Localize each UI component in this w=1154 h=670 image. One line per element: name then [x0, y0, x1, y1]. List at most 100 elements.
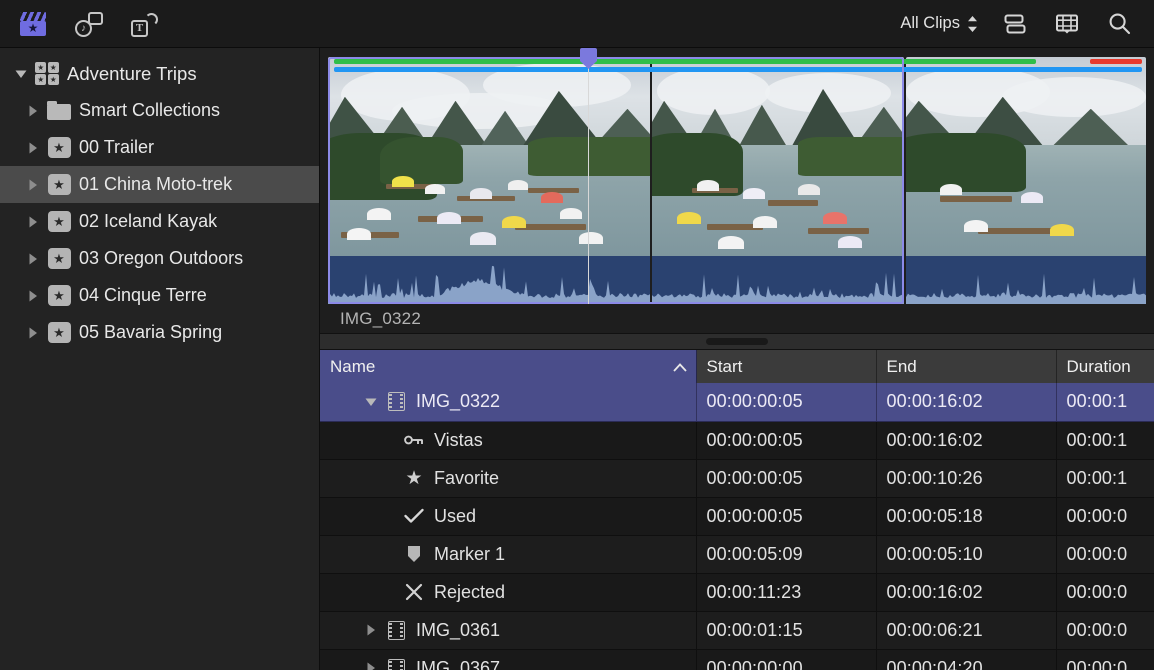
filmstrip-thumbnails[interactable] — [328, 57, 1146, 256]
cell-end[interactable]: 00:00:06:21 — [876, 611, 1056, 649]
sidebar-item-label: 00 Trailer — [79, 137, 154, 158]
disclosure-triangle-right-icon[interactable] — [360, 623, 382, 637]
disclosure-triangle-right-icon[interactable] — [360, 661, 382, 670]
sidebar-item-00-trailer[interactable]: ★ 00 Trailer — [0, 129, 319, 166]
cell-duration[interactable]: 00:00:0 — [1056, 649, 1154, 670]
main-body: ★★★★ Adventure Trips Smart Collections ★ 00 … — [0, 48, 1154, 670]
clip-filter-popup[interactable]: All Clips — [900, 14, 978, 33]
keyword-collection-icon: ★ — [48, 211, 71, 232]
cell-name[interactable]: IMG_0361 — [320, 611, 696, 649]
cell-duration[interactable]: 00:00:0 — [1056, 573, 1154, 611]
cell-name[interactable]: Used — [320, 497, 696, 535]
audio-waveform[interactable] — [328, 256, 1146, 304]
table-row[interactable]: ★Favorite00:00:00:0500:00:10:2600:00:1 — [320, 459, 1154, 497]
table-row[interactable]: IMG_036100:00:01:1500:00:06:2100:00:0 — [320, 611, 1154, 649]
cell-end[interactable]: 00:00:10:26 — [876, 459, 1056, 497]
cell-start[interactable]: 00:00:00:00 — [696, 649, 876, 670]
cell-start[interactable]: 00:00:01:15 — [696, 611, 876, 649]
column-header-duration[interactable]: Duration — [1056, 350, 1154, 383]
cell-name[interactable]: IMG_0367 — [320, 649, 696, 670]
column-header-end[interactable]: End — [876, 350, 1056, 383]
sidebar-item-smart-collections[interactable]: Smart Collections — [0, 92, 319, 129]
table-row[interactable]: IMG_0322 00:00:00:0500:00:16:0200:00:1 — [320, 383, 1154, 421]
cell-name[interactable]: Rejected — [320, 573, 696, 611]
cell-end[interactable]: 00:00:05:10 — [876, 535, 1056, 573]
search-icon[interactable] — [1104, 9, 1134, 39]
drag-handle-icon[interactable] — [706, 338, 768, 345]
cell-start[interactable]: 00:00:11:23 — [696, 573, 876, 611]
cell-start[interactable]: 00:00:05:09 — [696, 535, 876, 573]
disclosure-triangle-right-icon[interactable] — [22, 104, 44, 118]
clip-thumbnail-image — [652, 57, 904, 256]
cell-name[interactable]: IMG_0322 — [320, 383, 696, 421]
sidebar-item-label: 05 Bavaria Spring — [79, 322, 222, 343]
filmstrip-thumbnail[interactable] — [652, 57, 904, 256]
disclosure-triangle-down-icon[interactable] — [10, 68, 32, 80]
filmstrip-preview-panel[interactable]: IMG_0322 — [320, 48, 1154, 333]
library-icon: ★★★★ — [35, 62, 59, 86]
disclosure-triangle-right-icon[interactable] — [22, 252, 44, 266]
marker-icon — [407, 545, 421, 563]
cell-start[interactable]: 00:00:00:05 — [696, 421, 876, 459]
cell-name[interactable]: ★Favorite — [320, 459, 696, 497]
table-row[interactable]: Vistas00:00:00:0500:00:16:0200:00:1 — [320, 421, 1154, 459]
clip-name: IMG_0322 — [416, 391, 500, 412]
clip-name: IMG_0367 — [416, 658, 500, 670]
keyword-collection-icon: ★ — [48, 285, 71, 306]
toolbar-right-group: All Clips — [900, 9, 1140, 39]
table-row[interactable]: Marker 100:00:05:0900:00:05:1000:00:0 — [320, 535, 1154, 573]
column-header-start[interactable]: Start — [696, 350, 876, 383]
cell-end[interactable]: 00:00:05:18 — [876, 497, 1056, 535]
filmstrip-icon — [388, 392, 405, 411]
clip-list-table[interactable]: Name Start End — [320, 350, 1154, 670]
column-header-label: Start — [707, 357, 743, 376]
photos-audio-browser-icon[interactable]: ♪ — [74, 9, 104, 39]
filmstrip-thumbnail[interactable] — [906, 57, 1146, 256]
cell-name[interactable]: Vistas — [320, 421, 696, 459]
sidebar-item-label: Adventure Trips — [67, 63, 197, 85]
cell-start[interactable]: 00:00:00:05 — [696, 497, 876, 535]
playhead[interactable] — [588, 57, 589, 304]
cell-end[interactable]: 00:00:04:20 — [876, 649, 1056, 670]
sidebar-item-01-china-moto-trek[interactable]: ★01 China Moto-trek — [0, 166, 319, 203]
cell-duration[interactable]: 00:00:0 — [1056, 535, 1154, 573]
cell-end[interactable]: 00:00:16:02 — [876, 383, 1056, 421]
table-row[interactable]: IMG_0367 00:00:00:0000:00:04:2000:00:0 — [320, 649, 1154, 670]
column-header-name[interactable]: Name — [320, 350, 696, 383]
cell-end[interactable]: 00:00:16:02 — [876, 421, 1056, 459]
sidebar-item-label: 04 Cinque Terre — [79, 285, 207, 306]
cell-start[interactable]: 00:00:00:05 — [696, 459, 876, 497]
cell-duration[interactable]: 00:00:0 — [1056, 611, 1154, 649]
cell-duration[interactable]: 00:00:1 — [1056, 421, 1154, 459]
sidebar-item-adventure-trips[interactable]: ★★★★ Adventure Trips — [0, 55, 319, 92]
disclosure-triangle-right-icon[interactable] — [22, 141, 44, 155]
sidebar-item-03-oregon-outdoors[interactable]: ★03 Oregon Outdoors — [0, 240, 319, 277]
sidebar-item-label: 02 Iceland Kayak — [79, 211, 217, 232]
disclosure-triangle-right-icon[interactable] — [22, 215, 44, 229]
disclosure-triangle-right-icon[interactable] — [22, 178, 44, 192]
cell-duration[interactable]: 00:00:0 — [1056, 497, 1154, 535]
table-row[interactable]: Used00:00:00:0500:00:05:1800:00:0 — [320, 497, 1154, 535]
sidebar-item-04-cinque-terre[interactable]: ★ 04 Cinque Terre — [0, 277, 319, 314]
keyword-collection-icon: ★ — [48, 137, 71, 158]
titles-generators-icon[interactable]: T — [130, 9, 160, 39]
filmstrip-view-icon[interactable] — [1052, 9, 1082, 39]
list-view-icon[interactable] — [1000, 9, 1030, 39]
disclosure-triangle-right-icon[interactable] — [22, 326, 44, 340]
toolbar-left-group: ★ ♪ T — [14, 9, 160, 39]
table-body: IMG_032200:00:00:0500:00:16:0200:00:1Vis… — [320, 383, 1154, 670]
panel-resize-divider[interactable] — [320, 333, 1154, 350]
sidebar-item-02-iceland-kayak[interactable]: ★ 02 Iceland Kayak — [0, 203, 319, 240]
disclosure-triangle-down-icon[interactable] — [360, 396, 382, 408]
cell-start[interactable]: 00:00:00:05 — [696, 383, 876, 421]
cell-end[interactable]: 00:00:16:02 — [876, 573, 1056, 611]
table-row[interactable]: Rejected00:00:11:2300:00:16:0200:00:0 — [320, 573, 1154, 611]
cell-duration[interactable]: 00:00:1 — [1056, 383, 1154, 421]
disclosure-triangle-right-icon[interactable] — [22, 289, 44, 303]
keyword-collection-icon: ★ — [48, 248, 71, 269]
sidebar-item-05-bavaria-spring[interactable]: ★05 Bavaria Spring — [0, 314, 319, 351]
clapperboard-star-icon[interactable]: ★ — [18, 9, 48, 39]
cell-name[interactable]: Marker 1 — [320, 535, 696, 573]
filmstrip-thumbnail[interactable] — [328, 57, 650, 256]
cell-duration[interactable]: 00:00:1 — [1056, 459, 1154, 497]
